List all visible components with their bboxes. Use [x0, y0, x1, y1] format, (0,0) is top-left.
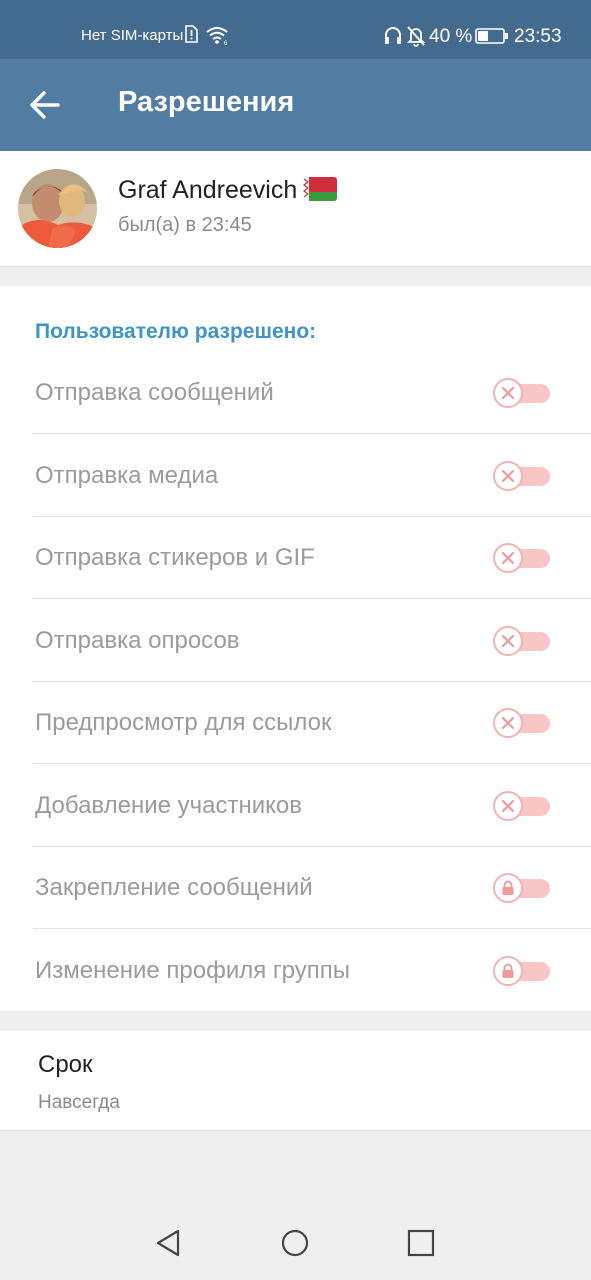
- user-profile[interactable]: Graf Andreevich был(а) в 23:45: [0, 151, 591, 267]
- term-setting[interactable]: Срок Навсегда: [0, 1031, 591, 1131]
- x-icon: [493, 625, 523, 656]
- last-seen-status: был(а) в 23:45: [118, 214, 252, 236]
- x-icon: [493, 460, 523, 491]
- lock-icon: [493, 873, 523, 903]
- permission-toggle[interactable]: [493, 708, 551, 738]
- user-name: Graf Andreevich: [118, 176, 338, 205]
- term-title: Срок: [38, 1051, 93, 1078]
- section-header: Пользователю разрешено:: [35, 320, 317, 343]
- svg-text:6: 6: [224, 41, 228, 45]
- permission-toggle[interactable]: [493, 543, 551, 573]
- carrier-text: Нет SIM-карты: [81, 27, 184, 44]
- permission-row[interactable]: Отправка опросов: [0, 600, 591, 682]
- permission-label: Отправка медиа: [35, 461, 219, 489]
- bell-off-icon: [406, 26, 426, 47]
- status-bar: Нет SIM-карты 6 40 % 23:53: [0, 0, 591, 59]
- permission-label: Отправка сообщений: [35, 379, 274, 406]
- permission-label: Добавление участников: [35, 791, 303, 819]
- wifi-icon: 6: [206, 27, 228, 45]
- permission-row[interactable]: Отправка медиа: [0, 435, 591, 517]
- permission-row[interactable]: Отправка сообщений: [0, 352, 591, 434]
- battery-percent: 40 %: [429, 26, 473, 47]
- page-title: Разрешения: [118, 86, 295, 118]
- toolbar: Разрешения: [0, 59, 591, 151]
- permission-toggle[interactable]: [493, 378, 551, 408]
- belarus-flag-icon: [303, 177, 338, 201]
- sim-alert-icon: [185, 25, 198, 43]
- back-triangle-icon[interactable]: [153, 1228, 183, 1258]
- permission-toggle[interactable]: [493, 873, 551, 903]
- permission-toggle[interactable]: [493, 955, 551, 986]
- permission-label: Изменение профиля группы: [35, 956, 350, 984]
- permissions-section: Пользователю разрешено: Отправка сообщен…: [0, 286, 591, 1011]
- permission-row[interactable]: Предпросмотр для ссылок: [0, 682, 591, 764]
- headset-icon: [385, 27, 401, 44]
- permission-row[interactable]: Закрепление сообщений: [0, 847, 591, 929]
- lock-icon: [493, 955, 523, 986]
- x-icon: [493, 543, 523, 573]
- x-icon: [493, 378, 523, 408]
- permission-label: Предпросмотр для ссылок: [35, 709, 332, 736]
- system-nav-bar: [0, 1200, 591, 1280]
- arrow-left-icon[interactable]: [28, 89, 62, 121]
- permission-label: Отправка опросов: [35, 626, 240, 654]
- permission-toggle[interactable]: [493, 625, 551, 656]
- x-icon: [493, 790, 523, 821]
- recents-square-icon[interactable]: [406, 1228, 436, 1258]
- permission-label: Закрепление сообщений: [35, 874, 313, 901]
- x-icon: [493, 708, 523, 738]
- permission-label: Отправка стикеров и GIF: [35, 544, 315, 571]
- avatar: [18, 169, 97, 248]
- battery-icon: [475, 28, 508, 44]
- permission-row[interactable]: Добавление участников: [0, 765, 591, 847]
- permission-row[interactable]: Отправка стикеров и GIF: [0, 517, 591, 599]
- permission-toggle[interactable]: [493, 790, 551, 821]
- home-circle-icon[interactable]: [280, 1228, 310, 1258]
- term-value: Навсегда: [38, 1092, 120, 1113]
- clock: 23:53: [514, 26, 562, 47]
- permission-row[interactable]: Изменение профиля группы: [0, 930, 591, 1012]
- permission-toggle[interactable]: [493, 460, 551, 491]
